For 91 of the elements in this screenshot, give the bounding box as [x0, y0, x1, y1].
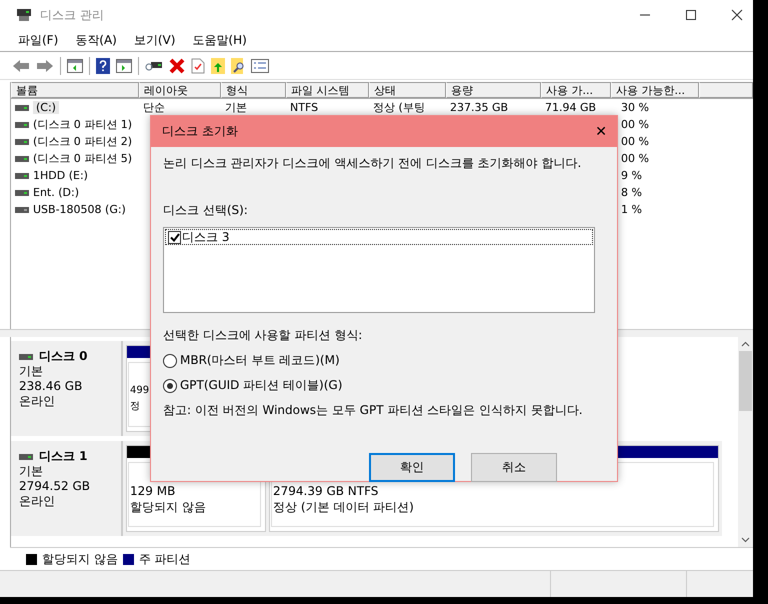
drive-icon [15, 206, 29, 212]
dialog-button[interactable]: 취소 [471, 453, 557, 482]
disk-label-panel[interactable]: 디스크 0 기본 238.46 GB 온라인 [11, 341, 123, 436]
table-cell[interactable]: (디스크 0 파티션 2) [33, 134, 132, 149]
radio-button[interactable] [163, 378, 177, 392]
partition-text: 499 [130, 384, 150, 398]
column-header[interactable]: 사용 가... [541, 82, 611, 98]
note-text: 참고: 이전 버전의 Windows는 모두 GPT 파티션 스타일은 인식하지 못합니다. [163, 402, 584, 419]
table-cell[interactable]: USB-180508 (G:) [33, 203, 126, 216]
scroll-down-icon[interactable] [741, 537, 750, 543]
maximize-icon[interactable] [685, 9, 697, 21]
checkbox[interactable] [168, 230, 181, 244]
dialog-title: 디스크 초기화 [162, 123, 238, 140]
partition-text: 정상 (기본 데이터 파티션) [273, 499, 414, 515]
disk-list[interactable]: 디스크 3 [163, 227, 595, 313]
forward-arrow-icon[interactable] [36, 58, 54, 74]
drive-icon [15, 104, 29, 110]
radio-label[interactable]: GPT(GUID 파티션 테이블)(G) [180, 377, 342, 394]
menu-item[interactable]: 보기(V) [134, 32, 176, 49]
dialog-button[interactable]: 확인 [369, 453, 455, 482]
drive-icon [19, 454, 33, 460]
panel-icon[interactable] [116, 58, 132, 72]
menu-item[interactable]: 도움말(H) [192, 32, 247, 49]
table-cell: 71.94 GB [545, 101, 596, 114]
column-header[interactable]: 레이아웃 [139, 82, 221, 98]
drive-icon [15, 156, 29, 162]
table-cell[interactable]: 1HDD (E:) [33, 169, 88, 182]
legend-label: 할당되지 않음 [42, 550, 118, 568]
table-cell: 00 % [621, 152, 649, 165]
back-arrow-icon[interactable] [12, 58, 30, 74]
disk-name: 디스크 0 [39, 349, 88, 364]
disk-name: 디스크 1 [39, 449, 88, 464]
column-header[interactable]: 파일 시스템 [286, 82, 369, 98]
folder-search-icon[interactable] [231, 58, 245, 74]
disk-type: 기본 [19, 364, 44, 379]
menu-item[interactable]: 동작(A) [75, 32, 117, 49]
list-item[interactable]: 디스크 3 [182, 228, 230, 246]
column-header[interactable]: 상태 [369, 82, 446, 98]
disk-management-icon [16, 8, 32, 22]
table-cell[interactable]: (디스크 0 파티션 5) [33, 151, 132, 166]
checklist-icon[interactable] [251, 58, 269, 72]
drive-icon [15, 122, 29, 128]
menu-item[interactable]: 파일(F) [18, 32, 58, 49]
close-icon[interactable] [731, 9, 743, 21]
partition-text: 129 MB [130, 483, 176, 499]
partition-style-label: 선택한 디스크에 사용할 파티션 형식: [163, 327, 364, 344]
radio-label[interactable]: MBR(마스터 부트 레코드)(M) [180, 352, 340, 369]
table-cell[interactable]: (C:) [33, 101, 59, 114]
table-cell: 8 % [621, 186, 642, 199]
disk-status: 온라인 [19, 494, 56, 509]
folder-up-icon[interactable] [211, 58, 225, 74]
disk-type: 기본 [19, 464, 44, 479]
table-cell: 237.35 GB [450, 101, 508, 114]
drive-icon [15, 172, 29, 178]
drive-icon [19, 354, 33, 360]
table-cell: 00 % [621, 135, 649, 148]
column-header[interactable]: 볼륨 [11, 82, 139, 98]
table-cell: 00 % [621, 118, 649, 131]
table-cell[interactable]: (디스크 0 파티션 1) [33, 117, 132, 132]
disk-size: 238.46 GB [19, 379, 84, 394]
drive-icon [15, 138, 29, 144]
help-icon[interactable] [96, 58, 110, 74]
radio-button[interactable] [163, 354, 177, 368]
disk-size: 2794.52 GB [19, 479, 91, 494]
dialog-message: 논리 디스크 관리자가 디스크에 액세스하기 전에 디스크를 초기화해야 합니다. [163, 155, 582, 172]
table-cell: NTFS [290, 101, 318, 114]
checked-document-icon[interactable] [191, 58, 205, 74]
window-title: 디스크 관리 [40, 6, 104, 24]
disk-label-panel[interactable]: 디스크 1 기본 2794.52 GB 온라인 [11, 441, 123, 536]
table-cell: 기본 [225, 100, 247, 115]
column-header[interactable]: 형식 [221, 82, 286, 98]
legend-label: 주 파티션 [138, 550, 191, 568]
table-cell: 1 % [621, 203, 642, 216]
partition-text: 2794.39 GB NTFS [273, 483, 378, 499]
partition-text: 정 [130, 400, 140, 414]
column-header[interactable]: 용량 [446, 82, 541, 98]
table-cell: 단순 [143, 100, 165, 115]
disk-list-label: 디스크 선택(S): [163, 202, 249, 219]
drive-icon [15, 190, 29, 196]
panel-icon[interactable] [67, 58, 83, 72]
scroll-up-icon[interactable] [741, 341, 750, 347]
close-button[interactable]: ✕ [595, 124, 607, 140]
scrollbar[interactable] [738, 337, 753, 547]
table-cell[interactable]: Ent. (D:) [33, 186, 79, 199]
delete-icon[interactable] [169, 58, 185, 74]
partition-text: 할당되지 않음 [130, 499, 206, 515]
table-cell: 30 % [621, 101, 649, 114]
disk-status: 온라인 [19, 394, 56, 409]
column-header[interactable]: 사용 가능한... [611, 82, 699, 98]
table-cell: 정상 (부팅 [373, 100, 425, 115]
table-cell: 9 % [621, 169, 642, 182]
